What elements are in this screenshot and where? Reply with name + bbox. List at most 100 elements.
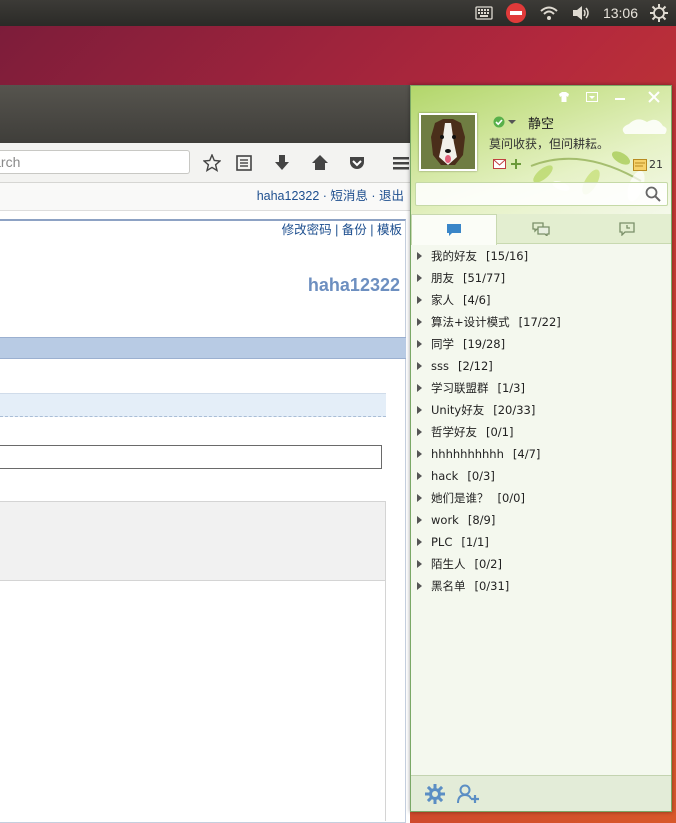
list-item-group[interactable]: 算法+设计模式 [17/22] — [411, 311, 671, 333]
expand-arrow-icon — [417, 560, 422, 568]
list-item-group[interactable]: 黑名单 [0/31] — [411, 575, 671, 597]
group-name: 学习联盟群 — [431, 381, 489, 395]
list-item-group[interactable]: 哲学好友 [0/1] — [411, 421, 671, 443]
group-name: 黑名单 — [431, 579, 466, 593]
expand-arrow-icon — [417, 538, 422, 546]
expand-arrow-icon — [417, 296, 422, 304]
message-box[interactable]: 21 — [633, 158, 663, 171]
section-header-bar — [0, 337, 406, 359]
add-contact-icon[interactable] — [457, 782, 481, 806]
list-item-group[interactable]: 家人 [4/6] — [411, 289, 671, 311]
group-count: [20/33] — [493, 403, 536, 417]
search-placeholder: Search — [0, 154, 21, 170]
download-icon[interactable] — [272, 153, 292, 173]
user-links-bar[interactable]: haha12322 · 短消息 · 退出 — [0, 183, 410, 211]
avatar[interactable] — [419, 113, 477, 171]
expand-arrow-icon — [417, 384, 422, 392]
group-name: 哲学好友 — [431, 425, 477, 439]
home-icon[interactable] — [310, 153, 330, 173]
list-item-group[interactable]: hack [0/3] — [411, 465, 671, 487]
info-strip — [0, 393, 386, 417]
group-name: 同学 — [431, 337, 454, 351]
browser-titlebar[interactable] — [0, 85, 410, 143]
text-input[interactable] — [0, 445, 382, 469]
expand-arrow-icon — [417, 362, 422, 370]
list-item-group[interactable]: Unity好友 [20/33] — [411, 399, 671, 421]
group-name: 算法+设计模式 — [431, 315, 510, 329]
group-count: [0/1] — [486, 425, 514, 439]
list-item-group[interactable]: 我的好友 [15/16] — [411, 245, 671, 267]
power-icon[interactable] — [650, 0, 668, 26]
group-name: Unity好友 — [431, 403, 485, 417]
mail-icon[interactable] — [493, 158, 507, 173]
tab-groups[interactable] — [498, 214, 584, 244]
group-name: 我的好友 — [431, 249, 477, 263]
group-count: [4/7] — [512, 447, 541, 461]
list-item-group[interactable]: 同学 [19/28] — [411, 333, 671, 355]
expand-arrow-icon — [417, 252, 422, 260]
message-box-icon — [633, 158, 647, 171]
bookmark-star-icon[interactable] — [202, 153, 222, 173]
add-app-icon[interactable] — [510, 158, 522, 173]
browser-window: Search haha12322 · 短消息 · 退出 修改密码 | 备份 | … — [0, 85, 410, 823]
qq-main-window: 静空 莫问收获，但问耕耘。 21 我的好友 [15/16] 朋友 [51/77]… — [410, 85, 672, 812]
group-count: [8/9] — [467, 513, 496, 527]
expand-arrow-icon — [417, 472, 422, 480]
list-item-group[interactable]: 朋友 [51/77] — [411, 267, 671, 289]
group-count: [19/28] — [463, 337, 506, 351]
expand-arrow-icon — [417, 340, 422, 348]
signature[interactable]: 莫问收获，但问耕耘。 — [489, 135, 609, 152]
qq-footer — [411, 775, 671, 811]
list-item-group[interactable]: hhhhhhhhhh [4/7] — [411, 443, 671, 465]
expand-arrow-icon — [417, 450, 422, 458]
expand-arrow-icon — [417, 494, 422, 502]
group-list: 我的好友 [15/16] 朋友 [51/77] 家人 [4/6] 算法+设计模式 [17… — [411, 245, 671, 597]
group-count: [51/77] — [463, 271, 506, 285]
group-count: [1/3] — [497, 381, 525, 395]
tab-recent[interactable] — [584, 214, 670, 244]
browser-toolbar: Search — [0, 143, 410, 183]
pocket-icon[interactable] — [347, 153, 367, 173]
recent-chat-icon — [619, 222, 635, 236]
skin-icon[interactable] — [553, 88, 575, 106]
minimize-icon[interactable] — [609, 88, 631, 106]
list-item-group[interactable]: 学习联盟群 [1/3] — [411, 377, 671, 399]
list-item-group[interactable]: work [8/9] — [411, 509, 671, 531]
tab-contacts[interactable] — [411, 214, 497, 245]
contact-search-input[interactable] — [415, 182, 668, 206]
group-count: [15/16] — [486, 249, 529, 263]
settings-gear-icon[interactable] — [423, 782, 447, 806]
content-box — [0, 501, 386, 581]
group-count: [0/2] — [474, 557, 502, 571]
group-name: work — [431, 513, 459, 527]
keyboard-icon[interactable] — [475, 0, 493, 26]
wifi-icon[interactable] — [539, 0, 559, 26]
list-item-group[interactable]: 陌生人 [0/2] — [411, 553, 671, 575]
dog-avatar-icon — [421, 115, 475, 169]
expand-arrow-icon — [417, 274, 422, 282]
expand-arrow-icon — [417, 582, 422, 590]
group-chat-icon — [532, 222, 550, 236]
search-icon[interactable] — [645, 186, 661, 205]
group-name: 家人 — [431, 293, 454, 307]
online-status[interactable] — [493, 116, 516, 128]
contact-tabs — [411, 214, 671, 245]
group-count: [4/6] — [463, 293, 491, 307]
search-input[interactable]: Search — [0, 150, 190, 174]
volume-icon[interactable] — [571, 0, 591, 26]
do-not-disturb-icon[interactable] — [505, 0, 527, 26]
clock[interactable]: 13:06 — [603, 0, 638, 26]
list-item-group[interactable]: 她们是谁？ [0/0] — [411, 487, 671, 509]
qq-header: 静空 莫问收获，但问耕耘。 21 — [411, 86, 671, 214]
expand-arrow-icon — [417, 406, 422, 414]
list-item-group[interactable]: PLC [1/1] — [411, 531, 671, 553]
account-links[interactable]: 修改密码 | 备份 | 模板 — [282, 219, 402, 238]
dropdown-menu-icon[interactable] — [581, 88, 603, 106]
nickname[interactable]: 静空 — [528, 113, 554, 132]
menu-icon[interactable] — [390, 153, 410, 173]
list-item-group[interactable]: sss [2/12] — [411, 355, 671, 377]
reading-list-icon[interactable] — [234, 153, 254, 173]
close-icon[interactable] — [643, 88, 665, 106]
chat-bubble-icon — [447, 224, 461, 236]
group-name: sss — [431, 359, 449, 373]
